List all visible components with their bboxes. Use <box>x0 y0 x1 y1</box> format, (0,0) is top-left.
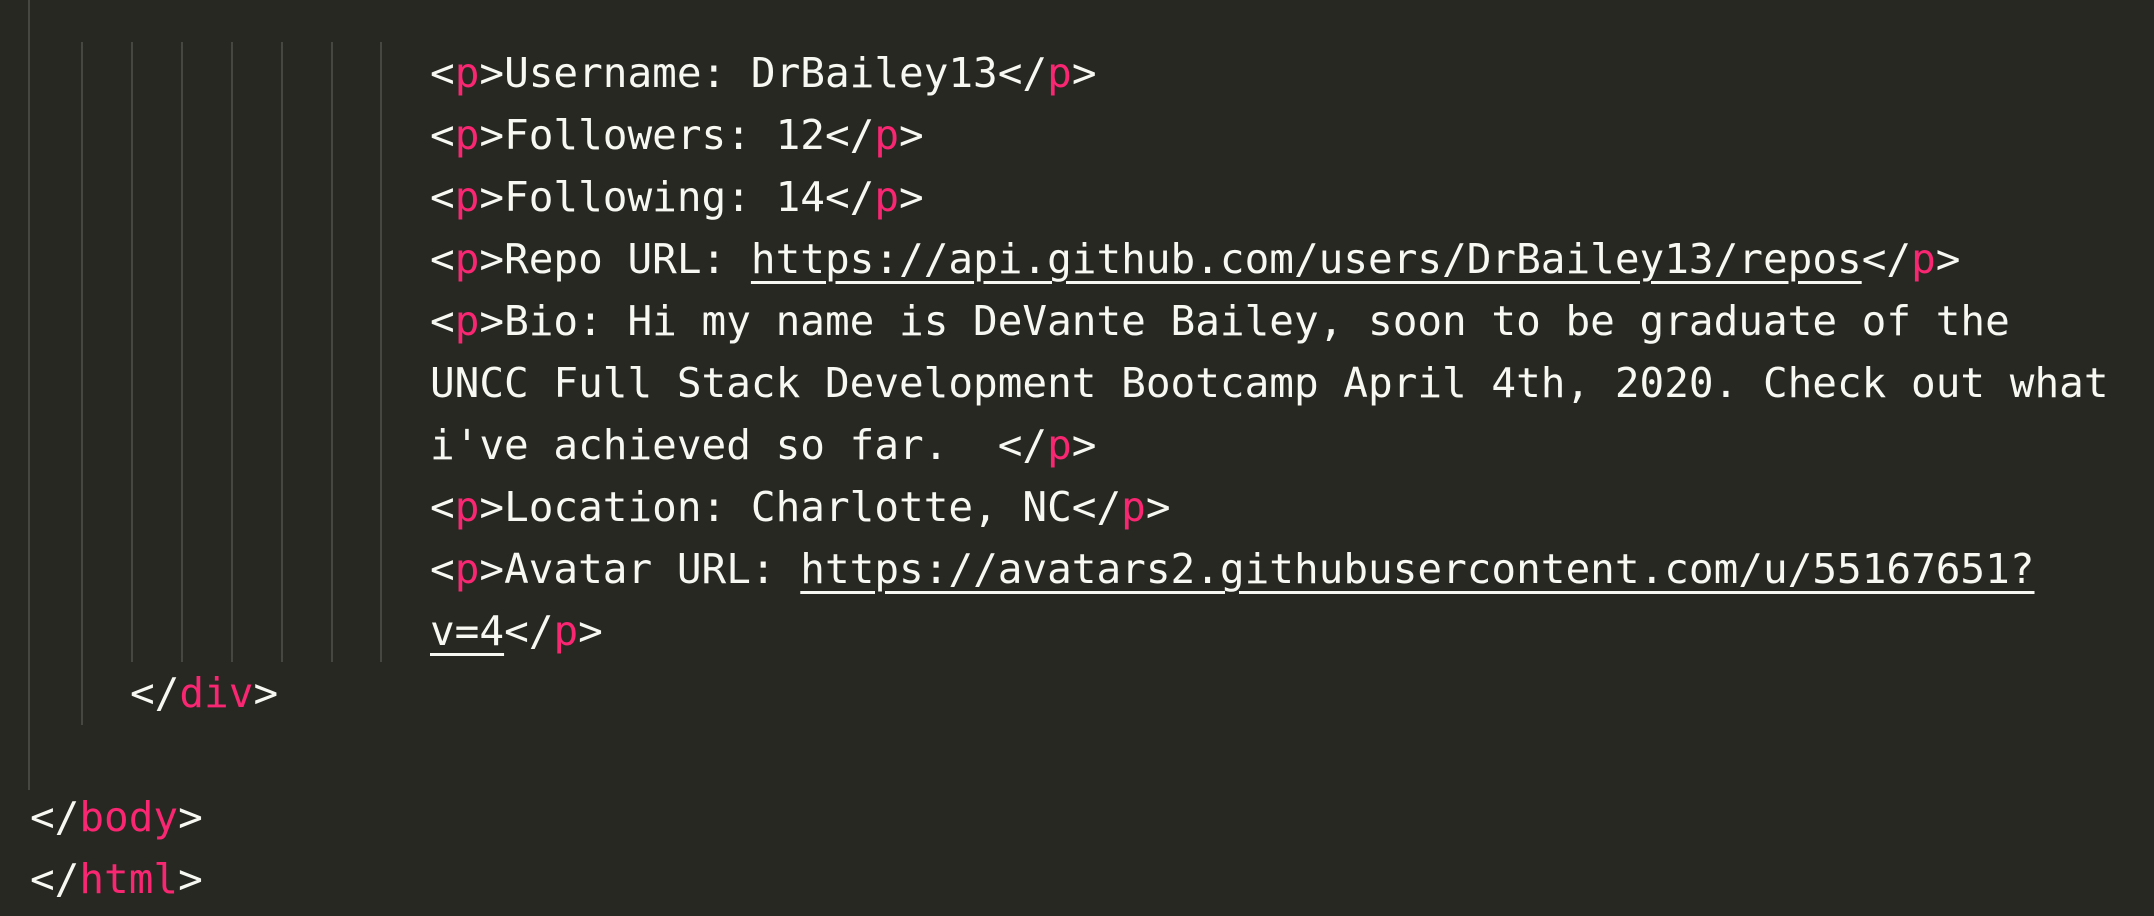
tag-name: p <box>454 297 480 345</box>
code-line-followers[interactable]: <p>Followers: 12</p> <box>430 104 924 166</box>
tag-open-bracket: < <box>430 49 455 97</box>
tag-name: div <box>179 669 254 717</box>
code-line-avatar-url[interactable]: <p>Avatar URL: https://avatars2.githubus… <box>430 538 2035 600</box>
code-line-bio[interactable]: <p>Bio: Hi my name is DeVante Bailey, so… <box>430 290 2010 352</box>
tag-close-bracket: > <box>1935 235 1961 283</box>
tag-name: p <box>454 483 480 531</box>
tag-close-bracket: > <box>178 793 203 841</box>
tag-end-open-bracket: </ <box>130 669 180 717</box>
tag-close-bracket: > <box>1145 483 1171 531</box>
tag-close-bracket: > <box>578 607 603 655</box>
tag-end-open-bracket: </ <box>824 111 875 159</box>
tag-name: p <box>454 235 480 283</box>
tag-close-bracket: > <box>479 173 505 221</box>
tag-name: p <box>1047 421 1072 469</box>
tag-close-bracket: > <box>479 111 505 159</box>
code-text: Bio: Hi my name is DeVante Bailey, soon … <box>504 297 2010 345</box>
code-line-html-close[interactable]: </html> <box>30 848 203 910</box>
tag-end-open-bracket: </ <box>504 607 554 655</box>
indent-guide <box>81 42 83 725</box>
tag-end-open-bracket: </ <box>1071 483 1122 531</box>
tag-end-open-bracket: </ <box>1861 235 1912 283</box>
tag-name: p <box>454 49 480 97</box>
indent-guide <box>181 42 183 662</box>
tag-name: p <box>454 173 480 221</box>
code-line-bio-wrap[interactable]: UNCC Full Stack Development Bootcamp Apr… <box>430 352 2109 414</box>
indent-guide <box>28 0 30 790</box>
tag-close-bracket: > <box>479 297 505 345</box>
tag-name: p <box>874 111 900 159</box>
tag-end-open-bracket: </ <box>30 793 80 841</box>
tag-end-open-bracket: </ <box>997 49 1048 97</box>
indent-guide <box>131 42 133 662</box>
tag-close-bracket: > <box>899 111 924 159</box>
tag-name: html <box>79 855 179 903</box>
tag-close-bracket: > <box>1071 421 1097 469</box>
avatar-url-link[interactable]: v=4 <box>430 607 504 655</box>
code-line-username[interactable]: <p>Username: DrBailey13</p> <box>430 42 1097 104</box>
tag-name: p <box>874 173 900 221</box>
indent-guide <box>281 42 283 662</box>
tag-name: p <box>454 111 480 159</box>
indent-guide <box>331 42 333 662</box>
tag-end-open-bracket: </ <box>997 421 1048 469</box>
code-line-avatar-url-wrap[interactable]: v=4</p> <box>430 600 603 662</box>
tag-close-bracket: > <box>479 483 505 531</box>
repo-url-link[interactable]: https://api.github.com/users/DrBailey13/… <box>751 235 1862 283</box>
tag-close-bracket: > <box>479 49 505 97</box>
tag-end-open-bracket: </ <box>824 173 875 221</box>
code-line-repo-url[interactable]: <p>Repo URL: https://api.github.com/user… <box>430 228 1960 290</box>
tag-close-bracket: > <box>479 545 505 593</box>
tag-name: p <box>1121 483 1146 531</box>
tag-open-bracket: < <box>430 111 455 159</box>
code-text: Location: Charlotte, NC <box>504 483 1072 531</box>
code-text: Following: 14 <box>504 173 825 221</box>
tag-close-bracket: > <box>1071 49 1097 97</box>
code-text: Repo URL: <box>504 235 751 283</box>
indent-guide <box>380 42 382 662</box>
code-text: Username: DrBailey13 <box>504 49 998 97</box>
tag-open-bracket: < <box>430 173 455 221</box>
tag-close-bracket: > <box>899 173 924 221</box>
avatar-url-link[interactable]: https://avatars2.githubusercontent.com/u… <box>800 545 2034 593</box>
code-text: Avatar URL: <box>504 545 801 593</box>
tag-open-bracket: < <box>430 235 455 283</box>
code-line-div-close[interactable]: </div> <box>130 662 278 724</box>
tag-open-bracket: < <box>430 545 455 593</box>
code-text: UNCC Full Stack Development Bootcamp Apr… <box>430 359 2109 407</box>
tag-close-bracket: > <box>178 855 203 903</box>
tag-open-bracket: < <box>430 483 455 531</box>
tag-close-bracket: > <box>479 235 505 283</box>
tag-name: p <box>1047 49 1072 97</box>
tag-name: p <box>1911 235 1936 283</box>
code-text: i've achieved so far. <box>430 421 998 469</box>
code-line-body-close[interactable]: </body> <box>30 786 203 848</box>
code-line-following[interactable]: <p>Following: 14</p> <box>430 166 924 228</box>
tag-open-bracket: < <box>430 297 455 345</box>
tag-name: p <box>553 607 579 655</box>
tag-name: body <box>79 793 179 841</box>
tag-end-open-bracket: </ <box>30 855 80 903</box>
code-line-location[interactable]: <p>Location: Charlotte, NC</p> <box>430 476 1171 538</box>
tag-name: p <box>454 545 480 593</box>
indent-guide <box>231 42 233 662</box>
tag-close-bracket: > <box>253 669 279 717</box>
code-editor[interactable]: <p>Username: DrBailey13</p> <p>Followers… <box>0 0 2154 916</box>
code-text: Followers: 12 <box>504 111 825 159</box>
code-line-bio-wrap[interactable]: i've achieved so far. </p> <box>430 414 1096 476</box>
